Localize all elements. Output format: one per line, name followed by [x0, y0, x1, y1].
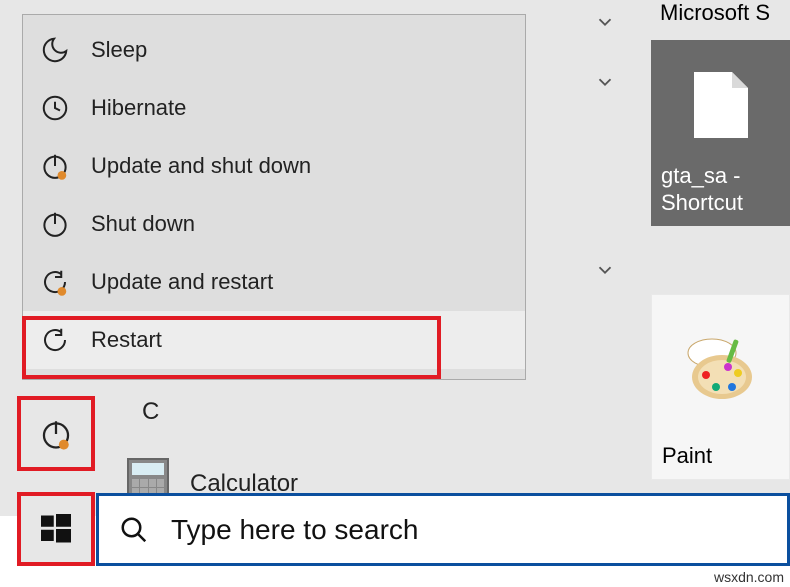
tile-group-label: Microsoft S	[660, 0, 790, 26]
power-item-restart[interactable]: Restart	[23, 311, 525, 369]
power-item-label: Update and restart	[91, 269, 525, 295]
power-item-label: Shut down	[91, 211, 525, 237]
chevron-down-icon[interactable]	[591, 68, 619, 96]
power-item-update-restart[interactable]: Update and restart	[23, 253, 525, 311]
power-item-label: Update and shut down	[91, 153, 525, 179]
start-button[interactable]	[17, 492, 95, 566]
power-options-menu: Sleep Hibernate Update and shut down Shu…	[22, 14, 526, 380]
power-item-shutdown[interactable]: Shut down	[23, 195, 525, 253]
power-update-icon	[39, 417, 73, 451]
power-item-hibernate[interactable]: Hibernate	[23, 79, 525, 137]
power-item-label: Hibernate	[91, 95, 525, 121]
restart-icon	[37, 322, 73, 358]
tile-paint[interactable]: Paint	[651, 294, 790, 480]
watermark: wsxdn.com	[714, 569, 784, 585]
file-icon	[694, 72, 748, 138]
tile-gta-sa-shortcut[interactable]: gta_sa - Shortcut	[651, 40, 790, 226]
windows-logo-icon	[38, 511, 74, 547]
tile-label: Paint	[662, 443, 779, 469]
power-icon	[37, 206, 73, 242]
sleep-icon	[37, 32, 73, 68]
power-item-label: Restart	[91, 327, 525, 353]
power-item-update-shutdown[interactable]: Update and shut down	[23, 137, 525, 195]
start-rail-power-button[interactable]	[17, 396, 95, 471]
chevron-down-icon[interactable]	[591, 256, 619, 284]
chevron-down-icon[interactable]	[591, 8, 619, 36]
app-list-section-letter[interactable]: C	[142, 398, 159, 426]
power-item-sleep[interactable]: Sleep	[23, 21, 525, 79]
tile-label: gta_sa - Shortcut	[661, 163, 780, 216]
power-update-icon	[37, 148, 73, 184]
paint-palette-icon	[686, 337, 756, 405]
power-item-label: Sleep	[91, 37, 525, 63]
restart-update-icon	[37, 264, 73, 300]
search-placeholder: Type here to search	[171, 514, 418, 546]
search-icon	[117, 513, 151, 547]
clock-icon	[37, 90, 73, 126]
taskbar-search-box[interactable]: Type here to search	[96, 493, 790, 566]
